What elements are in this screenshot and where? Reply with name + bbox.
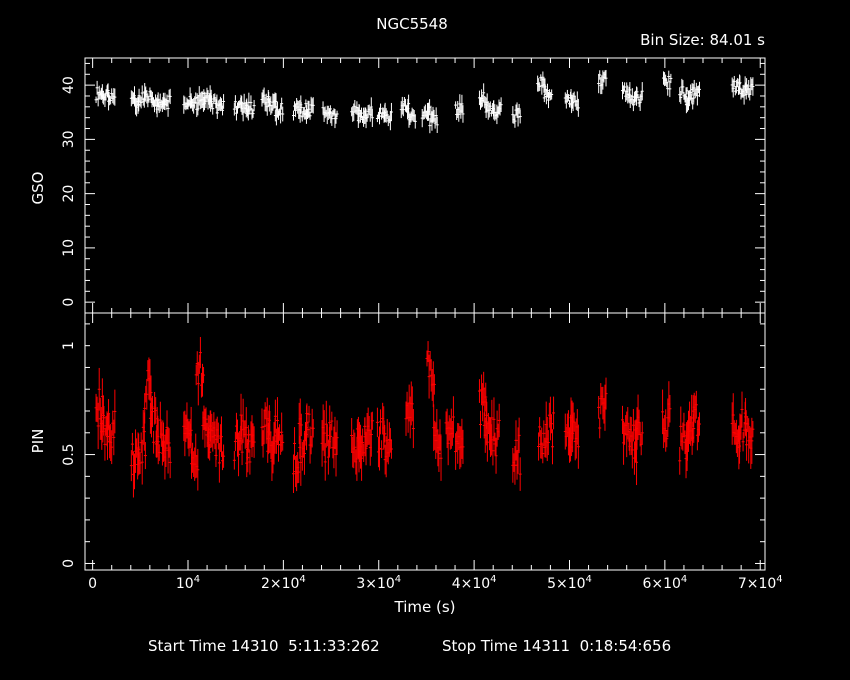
x-tick-label: 6×104 [642,574,687,592]
y-tick-label: 10 [61,239,77,257]
plot-frame [84,312,766,571]
stop-time-label: Stop Time 14311 0:18:54:656 [442,637,671,655]
data-point-cluster [155,92,166,118]
data-point-cluster [633,82,644,111]
data-point-cluster [245,92,256,120]
data-point-cluster [511,102,522,128]
data-point-cluster [444,396,455,466]
x-tick-label: 104 [176,574,200,592]
data-point-cluster [454,94,465,123]
data-point-cluster [106,84,117,111]
data-point-cluster [690,79,701,106]
data-point-cluster [661,381,672,452]
chart-title: NGC5548 [376,15,448,33]
data-point-cluster [260,397,271,458]
data-point-cluster [304,96,315,120]
x-tick-label: 2×104 [261,574,306,592]
data-point-cluster [161,410,172,480]
data-point-cluster [597,377,608,439]
x-tick-label: 3×104 [356,574,401,592]
data-point-cluster [161,88,172,117]
data-point-cluster [690,390,701,455]
start-time-label: Start Time 14310 5:11:33:262 [148,637,380,655]
data-point-cluster [106,389,117,465]
data-point-cluster [188,423,200,491]
data-point-cluster [425,341,436,408]
data-point-cluster [432,404,443,481]
y-tick-label: 0.5 [61,443,77,465]
data-point-cluster [194,336,206,406]
y-tick-label: 20 [61,185,77,203]
data-point-cluster [245,415,256,478]
data-point-cluster [404,381,415,449]
data-point-cluster [627,409,639,486]
x-tick-label: 0 [88,576,97,592]
gso-panel: 0 10 20 30 40 [61,57,766,314]
data-point-cluster [182,402,193,457]
data-point-cluster [569,397,580,469]
data-point-cluster [627,86,639,112]
plot-frame [84,57,766,314]
data-point-cluster [363,407,374,466]
y-tick-label: 1 [61,341,77,350]
y-tick-label: 40 [61,76,77,94]
y-tick-label: 0 [61,298,77,307]
x-tick-label: 4×104 [452,574,497,592]
data-point-cluster [304,403,315,464]
bin-size-label: Bin Size: 84.01 s [640,31,765,49]
data-point-cluster [569,89,580,117]
data-point-cluster [94,367,105,450]
data-point-cluster [148,391,160,458]
data-point-cluster [239,393,250,466]
data-point-cluster [406,98,417,129]
data-point-cluster [633,394,644,456]
data-point-cluster [511,417,522,491]
x-tick-label: 5×104 [547,574,592,592]
data-point-cluster [490,397,501,474]
time-axis-label: Time (s) [394,598,456,616]
data-point-cluster [136,409,147,485]
data-point-cluster [597,69,608,95]
data-point-cluster [100,83,111,108]
data-point-cluster [563,410,575,463]
data-point-cluster [201,405,212,459]
data-point-cluster [239,93,250,122]
gso-axis-label: GSO [29,172,47,205]
data-point-cluster [100,406,111,461]
pin-axis-label: PIN [29,429,47,454]
x-tick-label: 7×104 [738,574,783,592]
data-point-cluster [492,97,503,125]
data-point-cluster [744,397,755,469]
data-point-cluster [454,418,465,470]
y-tick-label: 0 [61,559,77,568]
data-point-cluster [291,427,303,494]
data-point-cluster [94,80,105,107]
lightcurve-figure: NGC5548 Bin Size: 84.01 s 010203040 00.5… [29,15,783,655]
y-tick-label: 30 [61,130,77,148]
data-point-cluster [214,416,226,483]
data-point-cluster [382,102,393,131]
data-point-cluster [350,418,361,481]
data-point-cluster [662,70,673,98]
pin-panel: 0 0.5 1 0 104 2×104 3×104 4×104 5×104 6×104 7×104 [61,312,783,592]
data-point-cluster [143,357,154,424]
